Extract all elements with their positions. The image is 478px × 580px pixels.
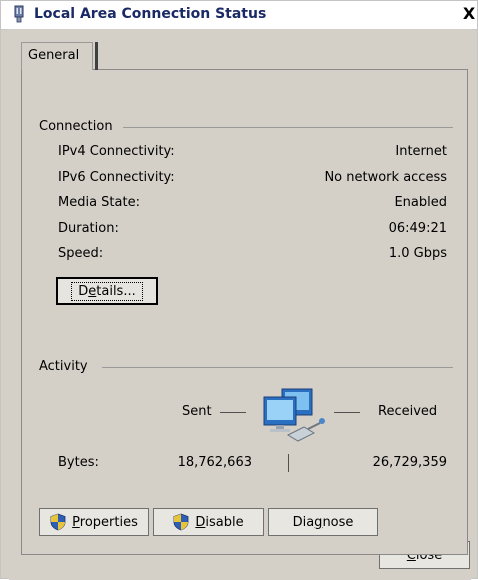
duration-label: Duration:	[58, 221, 119, 236]
received-label: Received	[378, 404, 438, 419]
connection-group-title: Connection	[39, 119, 113, 134]
sent-label: Sent	[182, 404, 212, 419]
bytes-received-value: 26,729,359	[372, 455, 447, 470]
uac-shield-icon	[50, 513, 66, 531]
speed-label: Speed:	[58, 246, 104, 261]
ipv4-connectivity-label: IPv4 Connectivity:	[58, 144, 175, 159]
bytes-separator	[288, 454, 289, 472]
duration-value: 06:49:21	[388, 221, 447, 236]
close-window-icon[interactable]: X	[461, 4, 477, 24]
speed-value: 1.0 Gbps	[388, 246, 447, 261]
diagnose-label-a: Dia	[292, 514, 315, 530]
disable-label: isable	[205, 514, 244, 530]
properties-label: roperties	[79, 514, 138, 530]
tab-shadow-edge	[95, 42, 98, 70]
connection-group-divider	[123, 127, 453, 128]
properties-mnemonic: P	[72, 514, 80, 530]
ipv6-connectivity-label: IPv6 Connectivity:	[58, 170, 175, 185]
connection-status-window: Local Area Connection Status X General C…	[0, 0, 478, 580]
window-title: Local Area Connection Status	[34, 6, 267, 22]
dialog-client-area: General Connection IPv4 Connectivity: In…	[9, 29, 471, 580]
bytes-sent-value: 18,762,663	[177, 455, 252, 470]
tab-panel-general: Connection IPv4 Connectivity: Internet I…	[21, 69, 468, 555]
uac-shield-icon	[173, 513, 189, 531]
diagnose-button[interactable]: Diagnose	[268, 508, 378, 536]
media-state-label: Media State:	[58, 195, 140, 210]
received-dash	[334, 412, 360, 413]
ipv4-connectivity-value: Internet	[395, 144, 447, 159]
tab-general-label: General	[28, 48, 80, 63]
properties-button[interactable]: Properties	[39, 508, 149, 536]
tab-general[interactable]: General	[21, 42, 93, 70]
disable-mnemonic: D	[195, 514, 206, 530]
bytes-label: Bytes:	[58, 455, 99, 470]
sent-dash	[220, 412, 246, 413]
title-bar[interactable]: Local Area Connection Status X	[1, 1, 477, 30]
details-label-b: tails...	[96, 283, 136, 299]
details-button[interactable]: Details...	[56, 277, 158, 305]
activity-group-title: Activity	[39, 359, 88, 374]
ipv6-connectivity-value: No network access	[324, 170, 447, 185]
media-state-value: Enabled	[394, 195, 447, 210]
details-label-a: D	[78, 283, 89, 299]
activity-group-divider	[102, 367, 453, 368]
diagnose-label-b: nose	[322, 514, 354, 530]
details-button-focus: Details...	[71, 281, 143, 301]
network-computers-icon	[263, 388, 325, 442]
disable-button[interactable]: Disable	[153, 508, 264, 536]
network-adapter-icon	[14, 5, 24, 23]
